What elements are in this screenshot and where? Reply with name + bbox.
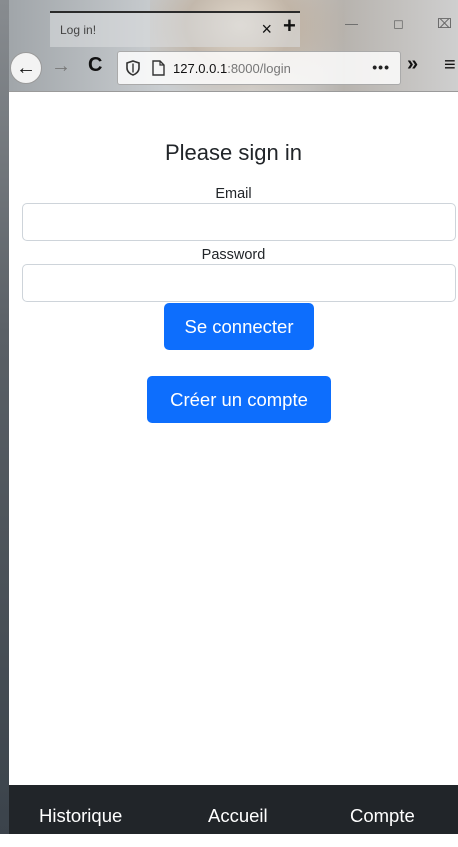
browser-chrome: Log in! × + — ◻ ⌧ ← → C 127.0.0.1:8000/l… [0, 0, 458, 92]
shield-icon[interactable] [126, 60, 140, 76]
page-content: Please sign in Email Password Se connect… [9, 92, 458, 785]
login-button[interactable]: Se connecter [164, 303, 314, 350]
bottom-navbar: Historique Accueil Compte [9, 785, 458, 834]
forward-arrow-icon[interactable]: → [51, 55, 71, 78]
url-text[interactable]: 127.0.0.1:8000/login [173, 61, 291, 76]
url-host: 127.0.0.1 [173, 61, 228, 76]
close-window-icon[interactable]: ⌧ [437, 16, 452, 32]
tab-title: Log in! [60, 23, 97, 37]
maximize-window-icon[interactable]: ◻ [393, 16, 404, 32]
minimize-window-icon[interactable]: — [345, 16, 358, 31]
create-account-button[interactable]: Créer un compte [147, 376, 331, 423]
nav-item-compte[interactable]: Compte [350, 785, 415, 834]
url-path: :8000/login [227, 61, 291, 76]
password-label: Password [201, 247, 266, 263]
reload-icon[interactable]: C [88, 54, 102, 77]
browser-tab[interactable]: Log in! × [50, 11, 300, 47]
email-field[interactable] [22, 203, 456, 241]
nav-item-historique[interactable]: Historique [39, 785, 122, 834]
overflow-menu-icon[interactable]: » [407, 53, 418, 76]
password-field[interactable] [22, 264, 456, 302]
nav-item-accueil[interactable]: Accueil [208, 785, 268, 834]
page-title: Please sign in [165, 140, 302, 165]
page-icon [152, 60, 165, 76]
window-edge [0, 0, 9, 834]
email-label: Email [215, 186, 252, 202]
close-tab-icon[interactable]: × [261, 19, 272, 40]
hamburger-menu-icon[interactable]: ≡ [444, 54, 456, 77]
browser-toolbar: ← → C 127.0.0.1:8000/login ••• » ≡ [9, 46, 458, 90]
new-tab-button[interactable]: + [283, 13, 296, 39]
url-bar[interactable]: 127.0.0.1:8000/login ••• [117, 51, 401, 85]
back-arrow-icon[interactable]: ← [10, 52, 42, 84]
page-actions-icon[interactable]: ••• [372, 59, 390, 75]
